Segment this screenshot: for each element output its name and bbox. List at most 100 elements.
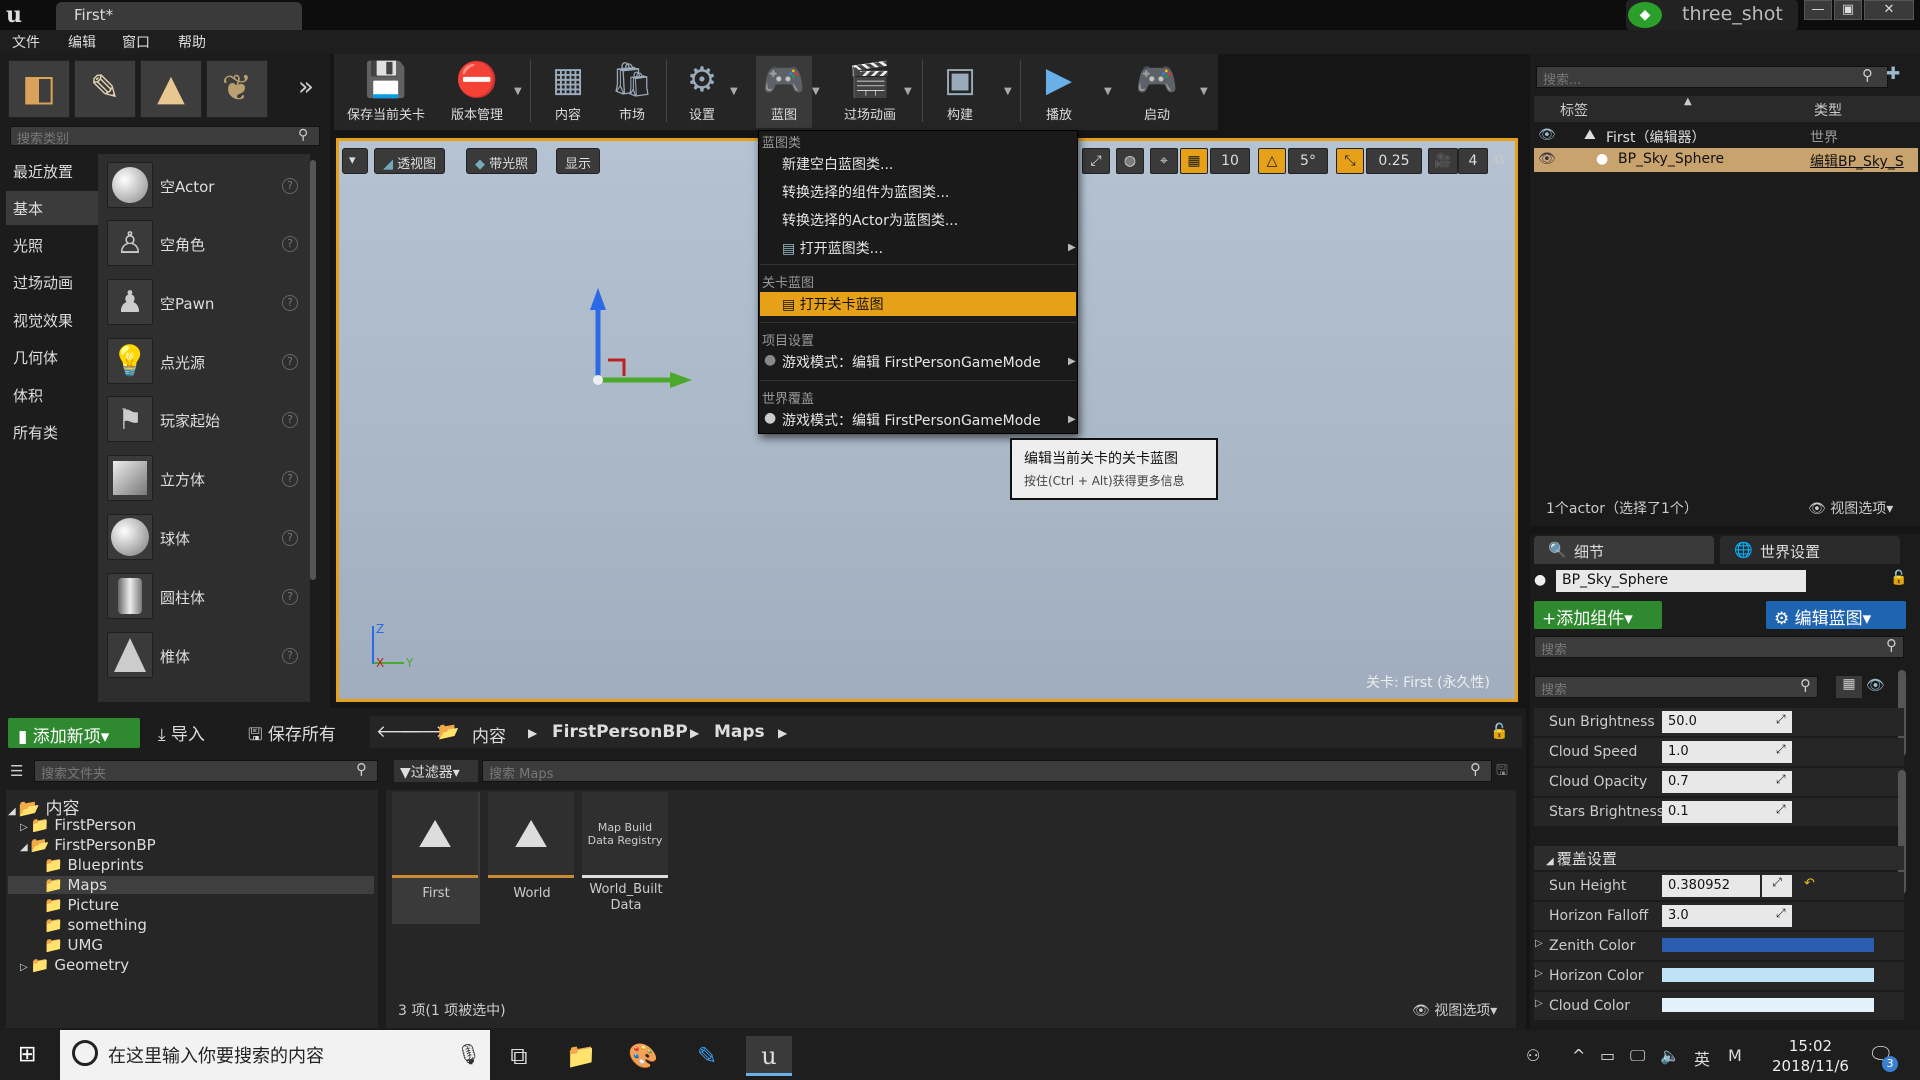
- volume-icon[interactable]: 🔈: [1660, 1046, 1680, 1065]
- help-icon[interactable]: ?: [282, 530, 298, 546]
- microphone-icon[interactable]: 🎙: [456, 1042, 481, 1066]
- place-mode-icon[interactable]: ◧: [8, 60, 70, 118]
- drag-icon[interactable]: ⤢: [1776, 772, 1786, 787]
- add-filter-icon[interactable]: ✚: [1886, 64, 1900, 84]
- world-local-icon[interactable]: ◍: [1116, 148, 1144, 174]
- help-icon[interactable]: ?: [282, 295, 298, 311]
- tab-details[interactable]: 🔍 细节: [1534, 536, 1714, 564]
- tree-node-maps[interactable]: 📁 Maps: [8, 876, 374, 894]
- menu-new-empty-blueprint[interactable]: 新建空白蓝图类...: [760, 152, 1076, 176]
- actor-cone[interactable]: 椎体: [160, 646, 190, 667]
- outliner-row[interactable]: 👁 ⛰ First（编辑器） 世界: [1534, 124, 1918, 148]
- category-lights[interactable]: 光照: [6, 228, 98, 262]
- lock-icon[interactable]: 🔓: [1490, 722, 1509, 740]
- character-icon[interactable]: ♙: [107, 220, 153, 266]
- menu-world-gamemode[interactable]: ● 游戏模式：编辑 FirstPersonGameMode: [760, 408, 1076, 432]
- menu-file[interactable]: 文件: [12, 32, 40, 52]
- source-control-button[interactable]: ⛔ 版本管理: [442, 56, 512, 128]
- cloud-speed-field[interactable]: 1.0: [1662, 741, 1792, 763]
- scale-snap-icon[interactable]: ⤡: [1336, 148, 1364, 174]
- camera-speed-icon[interactable]: 🎥: [1428, 148, 1458, 174]
- surface-snap-icon[interactable]: ⌖: [1150, 148, 1178, 174]
- maximize-button[interactable]: ▣: [1834, 0, 1862, 20]
- ime-mode-icon[interactable]: M: [1728, 1046, 1742, 1065]
- user-avatar-icon[interactable]: ◆: [1628, 2, 1662, 28]
- menu-help[interactable]: 帮助: [178, 32, 206, 52]
- settings-button[interactable]: ⚙ 设置: [674, 56, 730, 128]
- tree-node-firstpersonbp[interactable]: ◢ 📂 FirstPersonBP: [20, 836, 374, 854]
- edit-blueprint-button[interactable]: ⚙ 编辑蓝图▾: [1766, 601, 1906, 629]
- sun-height-field[interactable]: 0.380952: [1662, 875, 1760, 897]
- sphere-actor-icon[interactable]: [107, 162, 153, 208]
- cube-icon[interactable]: [107, 455, 153, 501]
- sources-panel-icon[interactable]: ☰: [10, 762, 23, 780]
- tab-world-settings[interactable]: 🌐 世界设置: [1720, 536, 1900, 564]
- actor-empty-pawn[interactable]: 空Pawn: [160, 293, 214, 314]
- zenith-color-swatch[interactable]: [1662, 938, 1874, 952]
- filter-button[interactable]: ▼过滤器▾: [394, 760, 478, 782]
- breadcrumb-maps[interactable]: Maps: [714, 722, 765, 742]
- chevron-down-icon[interactable]: ▼: [1200, 86, 1208, 97]
- column-type[interactable]: 类型: [1814, 100, 1842, 120]
- tree-node-geometry[interactable]: ▷ 📁 Geometry: [20, 956, 374, 974]
- restore-viewport-icon[interactable]: ⧉: [1494, 152, 1504, 168]
- category-recent[interactable]: 最近放置: [6, 154, 98, 188]
- asset-search-input[interactable]: 搜索 Maps: [482, 760, 1492, 782]
- point-light-icon[interactable]: 💡: [107, 338, 153, 384]
- cloud-opacity-field[interactable]: 0.7: [1662, 771, 1792, 793]
- rotation-snap-icon[interactable]: △: [1258, 148, 1286, 174]
- people-icon[interactable]: ⚇: [1526, 1046, 1540, 1065]
- camera-speed-value[interactable]: 4: [1458, 148, 1488, 174]
- chevron-down-icon[interactable]: ▼: [730, 86, 738, 97]
- paint-mode-icon[interactable]: ✎: [74, 60, 136, 118]
- network-icon[interactable]: 🖵: [1630, 1046, 1645, 1066]
- menu-convert-actor[interactable]: 转换选择的Actor为蓝图类...: [760, 208, 1076, 232]
- stars-brightness-field[interactable]: 0.1: [1662, 801, 1792, 823]
- content-button[interactable]: ▦ 内容: [540, 56, 596, 128]
- drag-icon[interactable]: ⤢: [1776, 802, 1786, 817]
- build-button[interactable]: ▣ 构建: [932, 56, 988, 128]
- component-search-input[interactable]: 搜索: [1534, 636, 1904, 658]
- asset-tile-first[interactable]: ⛰ First: [392, 792, 480, 924]
- menu-convert-components[interactable]: 转换选择的组件为蓝图类...: [760, 180, 1076, 204]
- more-modes-icon[interactable]: »: [298, 72, 314, 102]
- landscape-mode-icon[interactable]: ▲: [140, 60, 202, 118]
- visibility-eye-icon[interactable]: 👁: [1538, 151, 1556, 167]
- blueprints-button[interactable]: 🎮 蓝图: [756, 56, 812, 128]
- actor-player-start[interactable]: 玩家起始: [160, 410, 220, 431]
- sun-brightness-field[interactable]: 50.0: [1662, 711, 1792, 733]
- actor-empty-actor[interactable]: 空Actor: [160, 176, 214, 197]
- player-start-icon[interactable]: ⚑: [107, 396, 153, 442]
- launch-button[interactable]: 🎮 启动: [1128, 56, 1186, 128]
- help-icon[interactable]: ?: [282, 648, 298, 664]
- help-icon[interactable]: ?: [282, 236, 298, 252]
- category-cinematic[interactable]: 过场动画: [6, 265, 98, 299]
- save-search-icon[interactable]: 🖫: [1496, 760, 1508, 784]
- foliage-mode-icon[interactable]: ❦: [206, 60, 268, 118]
- breadcrumb-content[interactable]: 内容: [472, 722, 506, 747]
- property-matrix-icon[interactable]: ▦: [1836, 676, 1862, 698]
- sphere-icon[interactable]: [107, 514, 153, 560]
- help-icon[interactable]: ?: [282, 412, 298, 428]
- drag-icon[interactable]: ⤢: [1776, 906, 1786, 921]
- asset-tile-world-built-data[interactable]: Map Build Data Registry World_Built Data: [582, 792, 670, 924]
- outliner-search-input[interactable]: 搜索...: [1536, 66, 1888, 88]
- asset-view-options[interactable]: 👁 视图选项▾: [1412, 1000, 1497, 1020]
- task-view-icon[interactable]: ⧉: [496, 1036, 542, 1076]
- actor-sphere[interactable]: 球体: [160, 528, 190, 549]
- actor-cylinder[interactable]: 圆柱体: [160, 587, 205, 608]
- chevron-down-icon[interactable]: ▼: [514, 86, 522, 97]
- lit-mode-button[interactable]: ◆ 带光照: [466, 148, 538, 174]
- lock-icon[interactable]: 🔓: [1890, 570, 1907, 586]
- category-all-classes[interactable]: 所有类: [6, 415, 98, 449]
- battery-icon[interactable]: ▭: [1600, 1046, 1615, 1065]
- category-basic[interactable]: 基本: [6, 191, 98, 225]
- category-geometry[interactable]: 几何体: [6, 340, 98, 374]
- eye-icon[interactable]: 👁: [1866, 676, 1885, 694]
- chevron-down-icon[interactable]: ▼: [1104, 86, 1112, 97]
- actor-list-scrollbar[interactable]: [310, 160, 316, 580]
- viewport-options-button[interactable]: ▾: [342, 148, 368, 174]
- cylinder-icon[interactable]: [107, 573, 153, 619]
- save-all-button[interactable]: 🖫 保存所有: [248, 720, 336, 751]
- asset-tile-world[interactable]: ⛰ World: [488, 792, 576, 924]
